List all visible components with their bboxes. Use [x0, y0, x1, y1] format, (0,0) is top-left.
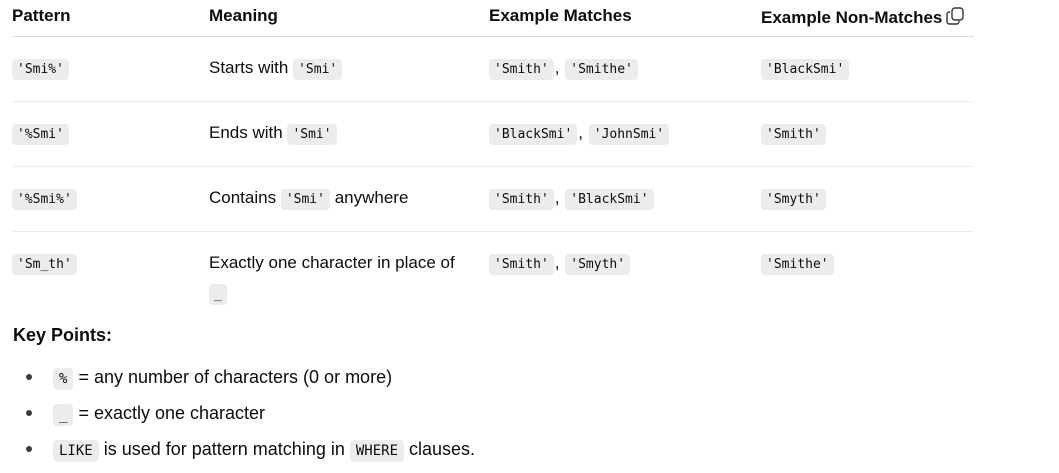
non-match-cell: 'Smyth' [761, 166, 974, 232]
list-item: _ = exactly one character [13, 396, 913, 432]
pattern-code: '%Smi' [12, 124, 69, 145]
non-match-example: 'BlackSmi' [761, 59, 850, 80]
list-item-text: = exactly one character [73, 403, 266, 423]
meaning-text: Starts with [209, 58, 294, 77]
pattern-cell: 'Sm_th' [12, 232, 209, 327]
table-row: '%Smi%' Contains 'Smi' anywhere 'Smith',… [12, 166, 974, 232]
pattern-code: 'Smi%' [12, 59, 69, 80]
meaning-code: 'Smi' [280, 189, 330, 210]
pattern-cell: '%Smi%' [12, 166, 209, 232]
match-example: 'JohnSmi' [588, 124, 670, 145]
non-match-example: 'Smith' [761, 124, 826, 145]
non-match-cell: 'Smith' [761, 101, 974, 167]
header-meaning: Meaning [209, 0, 489, 37]
pattern-cell: '%Smi' [12, 101, 209, 167]
meaning-code: 'Smi' [293, 59, 343, 80]
header-example-non-matches-label: Example Non-Matches [761, 8, 943, 27]
match-separator: , [578, 123, 584, 142]
meaning-cell: Exactly one character in place of _ [209, 232, 489, 327]
table-row: 'Sm_th' Exactly one character in place o… [12, 232, 974, 327]
table-row: '%Smi' Ends with 'Smi' 'BlackSmi', 'John… [12, 101, 974, 167]
copy-icon[interactable] [945, 6, 965, 26]
like-patterns-table: Pattern Meaning Example Matches Example … [12, 0, 974, 326]
meaning-code: _ [209, 284, 227, 305]
meaning-code: 'Smi' [287, 124, 337, 145]
list-item-text: is used for pattern matching in [98, 439, 350, 459]
meaning-text: Exactly one character in place of [209, 253, 455, 272]
meaning-cell: Contains 'Smi' anywhere [209, 166, 489, 232]
match-example: 'Smith' [489, 189, 554, 210]
non-match-example: 'Smyth' [761, 189, 826, 210]
match-example: 'Smith' [489, 59, 554, 80]
bullet-icon [26, 374, 32, 380]
inline-code: _ [53, 404, 74, 426]
meaning-text-suffix: anywhere [329, 188, 409, 207]
meaning-cell: Starts with 'Smi' [209, 36, 489, 102]
meaning-text: Ends with [209, 123, 288, 142]
non-match-cell: 'Smithe' [761, 232, 974, 327]
header-example-matches: Example Matches [489, 0, 761, 37]
non-match-cell: 'BlackSmi' [761, 36, 974, 102]
header-example-non-matches: Example Non-Matches [761, 0, 974, 37]
match-separator: , [554, 253, 560, 272]
matches-cell: 'Smith', 'BlackSmi' [489, 166, 761, 232]
inline-code: % [53, 368, 74, 390]
match-example: 'BlackSmi' [565, 189, 654, 210]
pattern-code: '%Smi%' [12, 189, 77, 210]
key-points-heading: Key Points: [13, 325, 113, 345]
pattern-cell: 'Smi%' [12, 36, 209, 102]
table-row: 'Smi%' Starts with 'Smi' 'Smith', 'Smith… [12, 36, 974, 102]
key-points-list: % = any number of characters (0 or more)… [13, 360, 913, 468]
table-header-row: Pattern Meaning Example Matches Example … [12, 0, 974, 37]
non-match-example: 'Smithe' [761, 254, 834, 275]
list-item: LIKE is used for pattern matching in WHE… [13, 432, 913, 468]
meaning-text: Contains [209, 188, 281, 207]
bullet-icon [26, 446, 32, 452]
pattern-code: 'Sm_th' [12, 254, 77, 275]
match-example: 'BlackSmi' [489, 124, 578, 145]
match-example: 'Smith' [489, 254, 554, 275]
inline-code: WHERE [349, 440, 405, 462]
inline-code: LIKE [53, 440, 99, 462]
header-pattern: Pattern [12, 0, 209, 37]
list-item: % = any number of characters (0 or more) [13, 360, 913, 396]
list-item-text: = any number of characters (0 or more) [73, 367, 393, 387]
match-separator: , [554, 58, 560, 77]
bullet-icon [26, 410, 32, 416]
like-patterns-table-container: Pattern Meaning Example Matches Example … [12, 0, 974, 326]
match-separator: , [554, 188, 560, 207]
match-example: 'Smyth' [565, 254, 631, 275]
matches-cell: 'Smith', 'Smyth' [489, 232, 761, 327]
matches-cell: 'BlackSmi', 'JohnSmi' [489, 101, 761, 167]
list-item-text-suffix: clauses. [404, 439, 476, 459]
matches-cell: 'Smith', 'Smithe' [489, 36, 761, 102]
meaning-cell: Ends with 'Smi' [209, 101, 489, 167]
match-example: 'Smithe' [565, 59, 638, 80]
